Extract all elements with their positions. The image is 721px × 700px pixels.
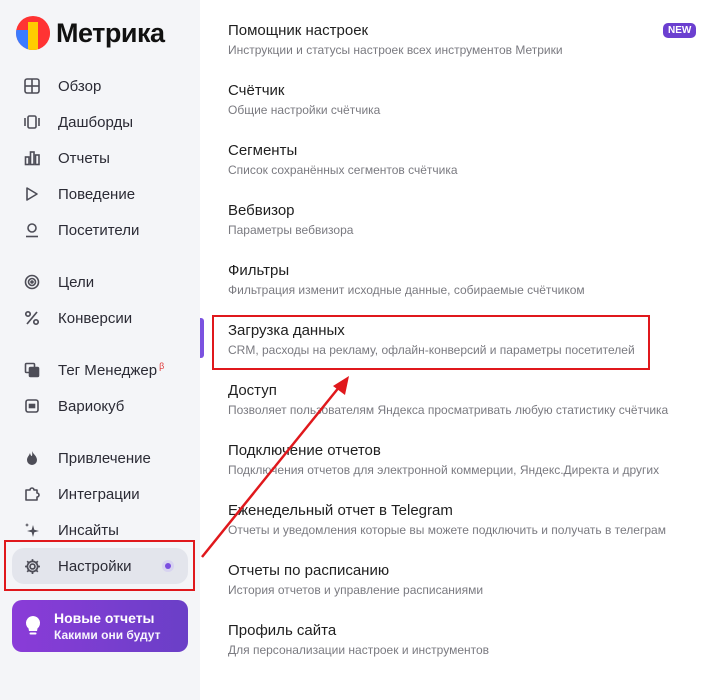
sparkle-icon [23, 521, 41, 539]
sidebar-item-acquisition[interactable]: Привлечение [12, 440, 188, 476]
menu-item-desc: Параметры вебвизора [228, 223, 354, 237]
promo-subtitle: Какими они будут [54, 628, 161, 642]
menu-item-title: Счётчик [228, 82, 285, 99]
menu-item-counter[interactable]: Счётчик Общие настройки счётчика [228, 82, 698, 117]
sidebar-item-label: Привлечение [58, 449, 151, 467]
sidebar-item-variocube[interactable]: Вариокуб [12, 388, 188, 424]
sidebar-item-label: Поведение [58, 185, 136, 203]
menu-item-segments[interactable]: Сегменты Список сохранённых сегментов сч… [228, 142, 698, 177]
menu-item-scheduled-reports[interactable]: Отчеты по расписанию История отчетов и у… [228, 562, 698, 597]
menu-item-access[interactable]: Доступ Позволяет пользователям Яндекса п… [228, 382, 698, 417]
sidebar-item-label: Вариокуб [58, 397, 125, 415]
beta-badge: β [159, 361, 165, 371]
menu-item-setup-assistant[interactable]: Помощник настроек Инструкции и статусы н… [228, 22, 698, 57]
menu-item-title: Сегменты [228, 142, 298, 159]
menu-item-title: Отчеты по расписанию [228, 562, 390, 579]
play-icon [23, 185, 41, 203]
metrika-logo-icon [16, 16, 50, 50]
grid-icon [23, 77, 41, 95]
menu-item-desc: Подключения отчетов для электронной комм… [228, 463, 660, 477]
sidebar-item-dashboards[interactable]: Дашборды [12, 104, 188, 140]
menu-item-title: Еженедельный отчет в Telegram [228, 502, 453, 519]
sidebar: Метрика Обзор Дашборды Отчеты Поведение … [0, 0, 200, 700]
annotation-box-settings [4, 540, 195, 591]
menu-item-desc: Список сохранённых сегментов счётчика [228, 163, 458, 177]
new-reports-promo-button[interactable]: Новые отчеты Какими они будут [12, 600, 188, 652]
puzzle-icon [23, 485, 41, 503]
sidebar-item-label: Дашборды [58, 113, 133, 131]
menu-item-connect-reports[interactable]: Подключение отчетов Подключения отчетов … [228, 442, 698, 477]
menu-item-title: Профиль сайта [228, 622, 337, 639]
sidebar-item-label: Интеграции [58, 485, 140, 503]
sidebar-item-label: Конверсии [58, 309, 133, 327]
sidebar-item-label: Инсайты [58, 521, 119, 539]
new-badge: NEW [663, 23, 697, 38]
sidebar-item-label: Тег Менеджер β [58, 361, 165, 379]
menu-item-desc: Инструкции и статусы настроек всех инстр… [228, 43, 563, 57]
menu-item-title: Вебвизор [228, 202, 295, 219]
menu-item-title: Помощник настроек [228, 22, 369, 39]
sidebar-item-label: Обзор [58, 77, 102, 95]
menu-item-title: Доступ [228, 382, 277, 399]
user-icon [23, 221, 41, 239]
sidebar-item-conversions[interactable]: Конверсии [12, 300, 188, 336]
sidebar-item-overview[interactable]: Обзор [12, 68, 188, 104]
menu-item-webvisor[interactable]: Вебвизор Параметры вебвизора [228, 202, 698, 237]
cube-icon [23, 397, 41, 415]
logo[interactable]: Метрика [16, 16, 165, 50]
sidebar-item-behavior[interactable]: Поведение [12, 176, 188, 212]
flame-icon [23, 449, 41, 467]
menu-item-filters[interactable]: Фильтры Фильтрация изменит исходные данн… [228, 262, 698, 297]
menu-item-title: Подключение отчетов [228, 442, 381, 459]
sidebar-item-label: Посетители [58, 221, 140, 239]
sidebar-item-label: Отчеты [58, 149, 110, 167]
sidebar-item-visitors[interactable]: Посетители [12, 212, 188, 248]
menu-item-title: Фильтры [228, 262, 290, 279]
menu-item-desc: Позволяет пользователям Яндекса просматр… [228, 403, 669, 417]
active-item-indicator [200, 318, 204, 358]
layers-icon [23, 361, 41, 379]
sidebar-item-goals[interactable]: Цели [12, 264, 188, 300]
target-icon [23, 273, 41, 291]
sidebar-item-integrations[interactable]: Интеграции [12, 476, 188, 512]
sidebar-item-label: Цели [58, 273, 95, 291]
annotation-box-data-upload [212, 315, 650, 370]
menu-item-desc: Для персонализации настроек и инструмент… [228, 643, 490, 657]
promo-title: Новые отчеты [54, 610, 155, 626]
menu-item-telegram-report[interactable]: Еженедельный отчет в Telegram Отчеты и у… [228, 502, 698, 537]
sidebar-item-tag-manager[interactable]: Тег Менеджер β [12, 352, 188, 388]
dashboard-icon [23, 113, 41, 131]
lightbulb-icon [25, 615, 41, 635]
menu-item-desc: История отчетов и управление расписаниям… [228, 583, 484, 597]
sidebar-item-reports[interactable]: Отчеты [12, 140, 188, 176]
brand-name: Метрика [56, 17, 165, 48]
bar-chart-icon [23, 149, 41, 167]
menu-item-desc: Фильтрация изменит исходные данные, соби… [228, 283, 585, 297]
percent-icon [23, 309, 41, 327]
menu-item-site-profile[interactable]: Профиль сайта Для персонализации настрое… [228, 622, 698, 657]
menu-item-desc: Общие настройки счётчика [228, 103, 381, 117]
menu-item-desc: Отчеты и уведомления которые вы можете п… [228, 523, 666, 537]
